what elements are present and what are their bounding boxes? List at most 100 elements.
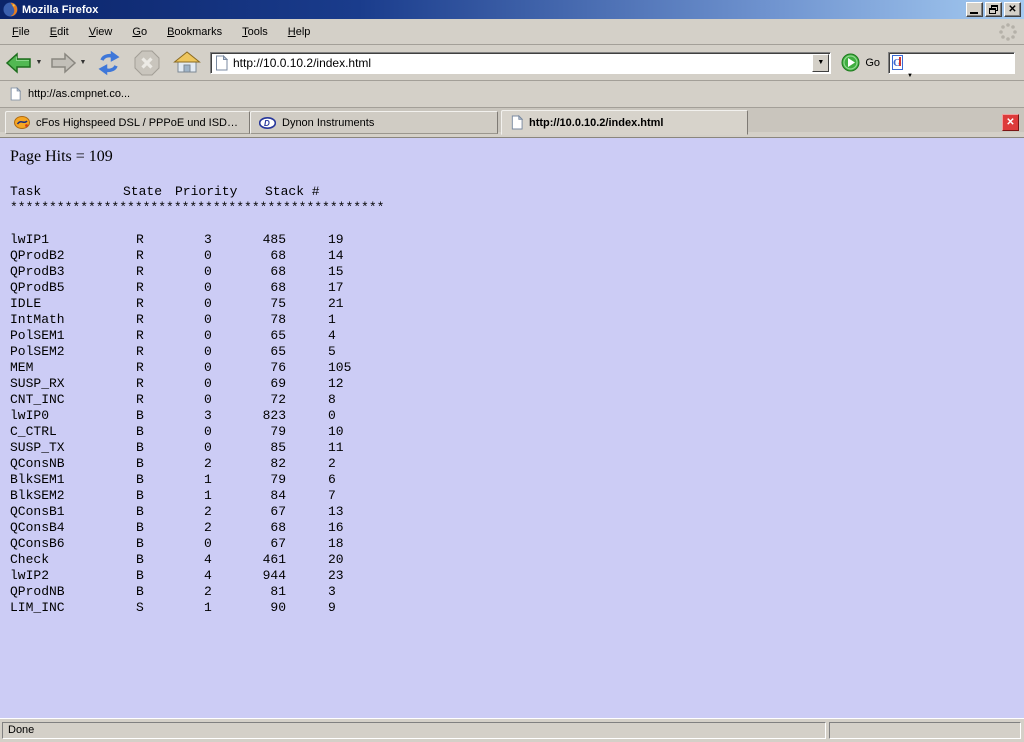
table-row: QProdNBB2813 [10, 584, 384, 600]
menu-item-go[interactable]: Go [124, 22, 155, 42]
stop-button[interactable] [132, 48, 162, 78]
home-button[interactable] [172, 48, 202, 78]
cell-stack: 76 [262, 360, 286, 376]
cell-stack: 67 [262, 536, 286, 552]
cell-priority: 2 [204, 520, 262, 536]
table-row: QProdB5R06817 [10, 280, 384, 296]
cell-task: LIM_INC [10, 600, 136, 616]
go-label[interactable]: Go [865, 57, 880, 69]
cell-priority: 2 [204, 584, 262, 600]
tab-active-index[interactable]: http://10.0.10.2/index.html [501, 110, 748, 135]
cell-task: QProdNB [10, 584, 136, 600]
table-row: lwIP2B494423 [10, 568, 384, 584]
page-icon [214, 55, 228, 71]
table-row: QConsNBB2822 [10, 456, 384, 472]
cell-task: lwIP1 [10, 232, 136, 248]
table-row: CNT_INCR0728 [10, 392, 384, 408]
cell-stack: 823 [262, 408, 286, 424]
table-row: PolSEM2R0655 [10, 344, 384, 360]
go-button[interactable] [841, 53, 860, 72]
cell-number: 12 [286, 376, 384, 392]
cell-task: QConsB1 [10, 504, 136, 520]
cell-task: SUSP_RX [10, 376, 136, 392]
menu-bar: FileEditViewGoBookmarksToolsHelp [0, 19, 1024, 45]
cell-stack: 65 [262, 344, 286, 360]
table-row: QConsB6B06718 [10, 536, 384, 552]
firefox-logo-icon [3, 2, 18, 17]
cell-priority: 2 [204, 504, 262, 520]
cell-task: CNT_INC [10, 392, 136, 408]
cell-priority: 0 [204, 440, 262, 456]
table-row: BlkSEM1B1796 [10, 472, 384, 488]
table-row: IDLER07521 [10, 296, 384, 312]
go-icon [841, 53, 860, 72]
cell-task: QConsNB [10, 456, 136, 472]
menu-item-edit[interactable]: Edit [42, 22, 77, 42]
cell-task: IDLE [10, 296, 136, 312]
task-table: Task State Priority Stack # ************… [10, 184, 384, 616]
cell-priority: 4 [204, 552, 262, 568]
tab-close-button[interactable]: ✕ [1002, 114, 1019, 131]
cell-number: 14 [286, 248, 384, 264]
cell-priority: 0 [204, 376, 262, 392]
bookmark-item[interactable]: http://as.cmpnet.co... [3, 85, 136, 103]
cell-task: lwIP0 [10, 408, 136, 424]
cell-task: QConsB4 [10, 520, 136, 536]
cell-stack: 944 [262, 568, 286, 584]
close-button[interactable]: ✕ [1004, 2, 1021, 17]
url-dropdown-button[interactable]: ▼ [812, 54, 829, 72]
cell-priority: 0 [204, 360, 262, 376]
back-dropdown[interactable]: ▼ [34, 48, 44, 78]
cell-task: BlkSEM2 [10, 488, 136, 504]
tab-dynon[interactable]: D Dynon Instruments [250, 111, 498, 134]
cell-number: 3 [286, 584, 384, 600]
table-header: Task State Priority Stack # [10, 184, 384, 200]
minimize-button[interactable] [966, 2, 983, 17]
menu-item-bookmarks[interactable]: Bookmarks [159, 22, 230, 42]
tab-label: http://10.0.10.2/index.html [529, 117, 663, 129]
cell-number: 21 [286, 296, 384, 312]
forward-dropdown[interactable]: ▼ [78, 48, 88, 78]
menu-item-file[interactable]: File [4, 22, 38, 42]
menu-item-tools[interactable]: Tools [234, 22, 276, 42]
cell-priority: 0 [204, 264, 262, 280]
home-icon [173, 50, 201, 76]
cell-stack: 68 [262, 264, 286, 280]
cell-task: IntMath [10, 312, 136, 328]
cell-task: MEM [10, 360, 136, 376]
tab-bar: cFos Highspeed DSL / PPPoE und ISDN CAP.… [0, 108, 1024, 138]
table-row: IntMathR0781 [10, 312, 384, 328]
svg-text:D: D [264, 119, 270, 128]
bookmark-label: http://as.cmpnet.co... [28, 88, 130, 100]
back-button[interactable] [4, 48, 34, 78]
restore-button[interactable] [985, 2, 1002, 17]
menu-item-view[interactable]: View [81, 22, 121, 42]
cell-stack: 68 [262, 520, 286, 536]
google-engine-icon[interactable]: G▼ [892, 55, 903, 70]
tab-label: cFos Highspeed DSL / PPPoE und ISDN CAP.… [36, 117, 241, 129]
table-row: QProdB2R06814 [10, 248, 384, 264]
cell-number: 23 [286, 568, 384, 584]
reload-button[interactable] [94, 48, 124, 78]
cell-priority: 0 [204, 536, 262, 552]
menu-item-help[interactable]: Help [280, 22, 319, 42]
cell-task: BlkSEM1 [10, 472, 136, 488]
stop-icon [134, 50, 160, 76]
cell-stack: 81 [262, 584, 286, 600]
search-input[interactable] [909, 54, 1024, 72]
tab-cfos[interactable]: cFos Highspeed DSL / PPPoE und ISDN CAP.… [5, 111, 250, 134]
cell-stack: 485 [262, 232, 286, 248]
close-icon: ✕ [1005, 3, 1020, 16]
cell-state: B [136, 472, 204, 488]
back-arrow-icon [5, 49, 33, 77]
cell-stack: 79 [262, 424, 286, 440]
cell-number: 10 [286, 424, 384, 440]
cell-number: 8 [286, 392, 384, 408]
cell-state: B [136, 424, 204, 440]
url-input[interactable] [233, 54, 812, 72]
forward-button[interactable] [48, 48, 78, 78]
cell-state: R [136, 264, 204, 280]
url-bar: ▼ [210, 52, 831, 74]
cell-state: B [136, 408, 204, 424]
table-row: lwIP0B38230 [10, 408, 384, 424]
